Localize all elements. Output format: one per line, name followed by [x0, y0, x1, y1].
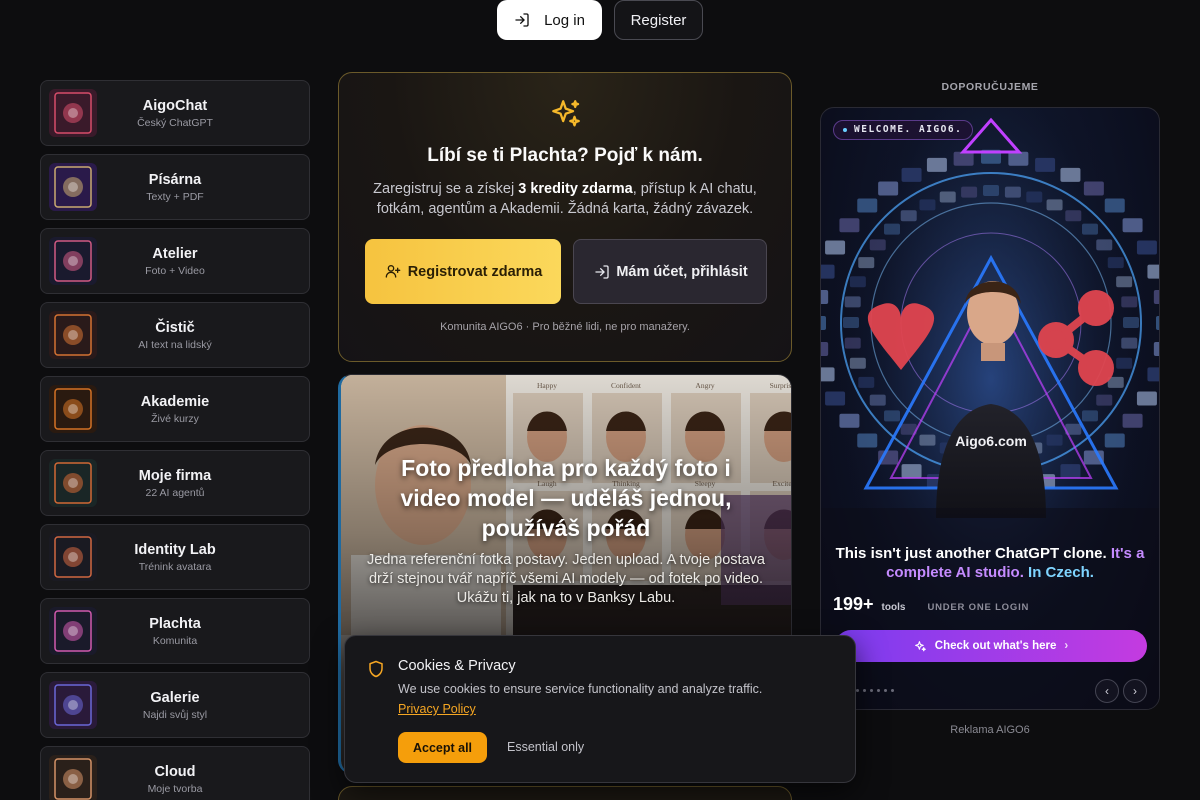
sidebar-item-subtitle: Foto + Video	[145, 264, 205, 277]
carousel-dot[interactable]	[856, 689, 859, 692]
promo-title: Líbí se ti Plachta? Pojď k nám.	[427, 145, 703, 166]
sidebar-item-subtitle: Trénink avatara	[138, 560, 212, 573]
essential-only-button[interactable]: Essential only	[507, 740, 584, 754]
ad-headline: This isn't just another ChatGPT clone. I…	[831, 544, 1149, 582]
login-icon	[515, 13, 529, 27]
carousel-dot[interactable]	[884, 689, 887, 692]
cookie-text: We use cookies to ensure service functio…	[398, 682, 763, 696]
sidebar-item-pisarna[interactable]: Písárna Texty + PDF	[40, 154, 310, 220]
sidebar-item-subtitle: AI text na lidský	[138, 338, 212, 351]
sidebar-thumbnail	[49, 533, 97, 581]
carousel-prev-button[interactable]: ‹	[1095, 679, 1119, 703]
shield-icon	[369, 660, 383, 678]
carousel-dot[interactable]	[877, 689, 880, 692]
promo-text: Zaregistruj se a získej 3 kredity zdarma…	[359, 179, 771, 219]
register-free-button[interactable]: Registrovat zdarma	[365, 239, 561, 304]
ad-artwork: Aigo6.com	[821, 108, 1159, 709]
chevron-left-icon: ‹	[1105, 684, 1109, 698]
ad-stat: 199+ tools UNDER ONE LOGIN	[833, 594, 1029, 615]
sidebar-item-identity-lab[interactable]: Identity Lab Trénink avatara	[40, 524, 310, 590]
sidebar-item-title: Moje firma	[138, 467, 212, 484]
sidebar-thumbnail	[49, 607, 97, 655]
sidebar-item-subtitle: Živé kurzy	[151, 412, 199, 425]
sidebar-item-title: Plachta	[149, 615, 201, 632]
sidebar-item-akademie[interactable]: Akademie Živé kurzy	[40, 376, 310, 442]
sidebar-thumbnail	[49, 755, 97, 800]
sidebar-item-cistic[interactable]: Čistič AI text na lidský	[40, 302, 310, 368]
sidebar-thumbnail	[49, 89, 97, 137]
carousel-dot[interactable]	[870, 689, 873, 692]
sidebar-thumbnail	[49, 237, 97, 285]
sidebar-item-aigochat[interactable]: AigoChat Český ChatGPT	[40, 80, 310, 146]
sidebar: AigoChat Český ChatGPT Písárna Texty + PDF A…	[40, 80, 310, 800]
sidebar-item-subtitle: 22 AI agentů	[145, 486, 205, 499]
photo-card-title: Foto předloha pro každý foto i video mod…	[400, 455, 732, 541]
cookie-banner: Cookies & Privacy We use cookies to ensu…	[344, 635, 856, 783]
ad-stat-note: UNDER ONE LOGIN	[927, 602, 1030, 613]
login-icon	[595, 265, 609, 279]
sidebar-item-subtitle: Moje tvorba	[147, 782, 203, 795]
carousel-dot[interactable]	[891, 689, 894, 692]
sidebar-thumbnail	[49, 163, 97, 211]
privacy-policy-link[interactable]: Privacy Policy	[398, 702, 476, 716]
promo-card: Líbí se ti Plachta? Pojď k nám. Zaregist…	[338, 72, 792, 362]
register-button[interactable]: Register	[614, 0, 703, 40]
ad-stat-number: 199+	[833, 594, 874, 614]
sidebar-item-title: Akademie	[140, 393, 210, 410]
sparkles-icon	[552, 100, 580, 127]
ad-banner[interactable]: Aigo6.com WELCOME. AIGO6. This isn't jus…	[820, 107, 1160, 710]
sidebar-thumbnail	[49, 311, 97, 359]
chevron-right-icon: ›	[1133, 684, 1137, 698]
ad-headline-part-3: In Czech.	[1023, 564, 1094, 581]
sidebar-item-title: Písárna	[148, 171, 202, 188]
hoodie-text: Aigo6.com	[955, 433, 1027, 449]
sidebar-item-cloud[interactable]: Cloud Moje tvorba	[40, 746, 310, 800]
sidebar-item-atelier[interactable]: Atelier Foto + Video	[40, 228, 310, 294]
login-button[interactable]: Log in	[497, 0, 602, 40]
sidebar-item-title: Čistič	[155, 319, 195, 336]
sidebar-item-subtitle: Texty + PDF	[146, 190, 204, 203]
sidebar-item-plachta[interactable]: Plachta Komunita	[40, 598, 310, 664]
ad-cta-label: Check out what's here	[934, 640, 1057, 652]
add-user-icon	[385, 265, 401, 278]
chevron-right-icon: ›	[1064, 640, 1069, 652]
ad-footer-label: Reklama AIGO6	[950, 724, 1030, 736]
recommended-label: DOPORUČUJEME	[941, 81, 1039, 93]
have-account-button[interactable]: Mám účet, přihlásit	[573, 239, 767, 304]
sidebar-item-moje-firma[interactable]: Moje firma 22 AI agentů	[40, 450, 310, 516]
login-label: Log in	[544, 11, 585, 29]
sidebar-thumbnail	[49, 681, 97, 729]
sidebar-item-subtitle: Najdi svůj styl	[142, 708, 208, 721]
carousel-next-button[interactable]: ›	[1123, 679, 1147, 703]
cookie-title: Cookies & Privacy	[398, 658, 516, 674]
sidebar-item-subtitle: Komunita	[152, 634, 198, 647]
ad-badge: WELCOME. AIGO6.	[833, 120, 974, 140]
sidebar-item-title: Cloud	[154, 763, 196, 780]
sidebar-item-title: Identity Lab	[134, 541, 216, 558]
photo-card-text: Jedna referenční fotka postavy. Jeden up…	[367, 552, 765, 606]
sidebar-item-title: AigoChat	[142, 97, 208, 114]
promo-text-bold: 3 kredity zdarma	[518, 181, 633, 197]
sidebar-item-title: Galerie	[150, 689, 200, 706]
next-card-peek	[338, 786, 792, 800]
sidebar-thumbnail	[49, 459, 97, 507]
accept-all-button[interactable]: Accept all	[398, 732, 487, 763]
sidebar-item-title: Atelier	[152, 245, 198, 262]
carousel-dot[interactable]	[863, 689, 866, 692]
auth-bar: Log in Register	[497, 0, 703, 40]
sparkles-icon	[914, 640, 926, 651]
ad-cta-button[interactable]: Check out what's here ›	[835, 630, 1147, 662]
promo-footer: Komunita AIGO6 · Pro běžné lidi, ne pro …	[440, 321, 690, 333]
sidebar-item-subtitle: Český ChatGPT	[137, 116, 213, 129]
ad-stat-unit: tools	[881, 602, 906, 613]
sidebar-thumbnail	[49, 385, 97, 433]
ad-headline-part-1: This isn't just another ChatGPT clone.	[835, 545, 1111, 562]
sidebar-item-galerie[interactable]: Galerie Najdi svůj styl	[40, 672, 310, 738]
promo-text-start: Zaregistruj se a získej	[373, 181, 519, 197]
